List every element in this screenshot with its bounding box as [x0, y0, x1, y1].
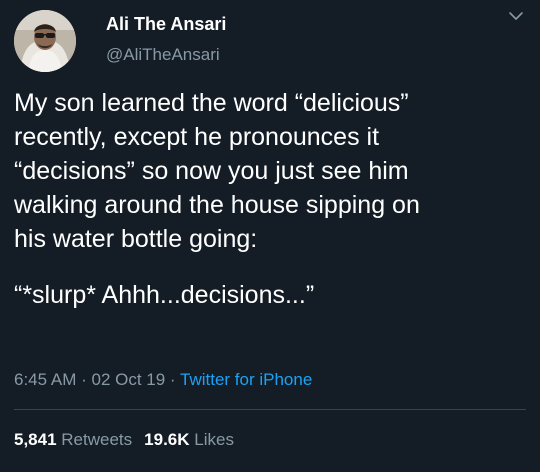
author-handle[interactable]: @AliTheAnsari [106, 45, 220, 65]
meta-separator: · [165, 370, 181, 389]
tweet-line: recently, except he pronounces it [14, 123, 380, 151]
tweet-source-link[interactable]: Twitter for iPhone [180, 370, 312, 389]
tweet-date[interactable]: 02 Oct 19 [91, 370, 165, 389]
tweet-line: his water bottle going: [14, 225, 258, 253]
tweet-line: My son learned the word “delicious” [14, 89, 409, 117]
tweet-line: “decisions” so now you just see him [14, 157, 409, 185]
chevron-down-icon[interactable] [508, 10, 524, 22]
tweet-line: walking around the house sipping on [14, 191, 420, 219]
likes-count: 19.6K [144, 430, 190, 449]
tweet-stats: 5,841 Retweets 19.6K Likes [14, 430, 234, 450]
author-name[interactable]: Ali The Ansari [106, 14, 226, 35]
likes-stat[interactable]: 19.6K Likes [144, 430, 234, 449]
avatar[interactable] [14, 10, 76, 72]
retweets-stat[interactable]: 5,841 Retweets [14, 430, 132, 449]
tweet-time[interactable]: 6:45 AM [14, 370, 76, 389]
meta-separator: · [76, 370, 92, 389]
likes-label: Likes [194, 430, 234, 449]
tweet-text: My son learned the word “delicious” rece… [14, 86, 530, 312]
tweet-meta: 6:45 AM · 02 Oct 19 · Twitter for iPhone [14, 370, 312, 390]
divider [14, 409, 526, 410]
retweets-count: 5,841 [14, 430, 57, 449]
retweets-label: Retweets [61, 430, 133, 449]
tweet-quote: “*slurp* Ahhh...decisions...” [14, 281, 315, 309]
tweet-paragraph: My son learned the word “delicious” rece… [14, 86, 530, 256]
tweet-card: Ali The Ansari @AliTheAnsari My son lear… [0, 0, 540, 472]
tweet-header: Ali The Ansari @AliTheAnsari [14, 10, 526, 74]
